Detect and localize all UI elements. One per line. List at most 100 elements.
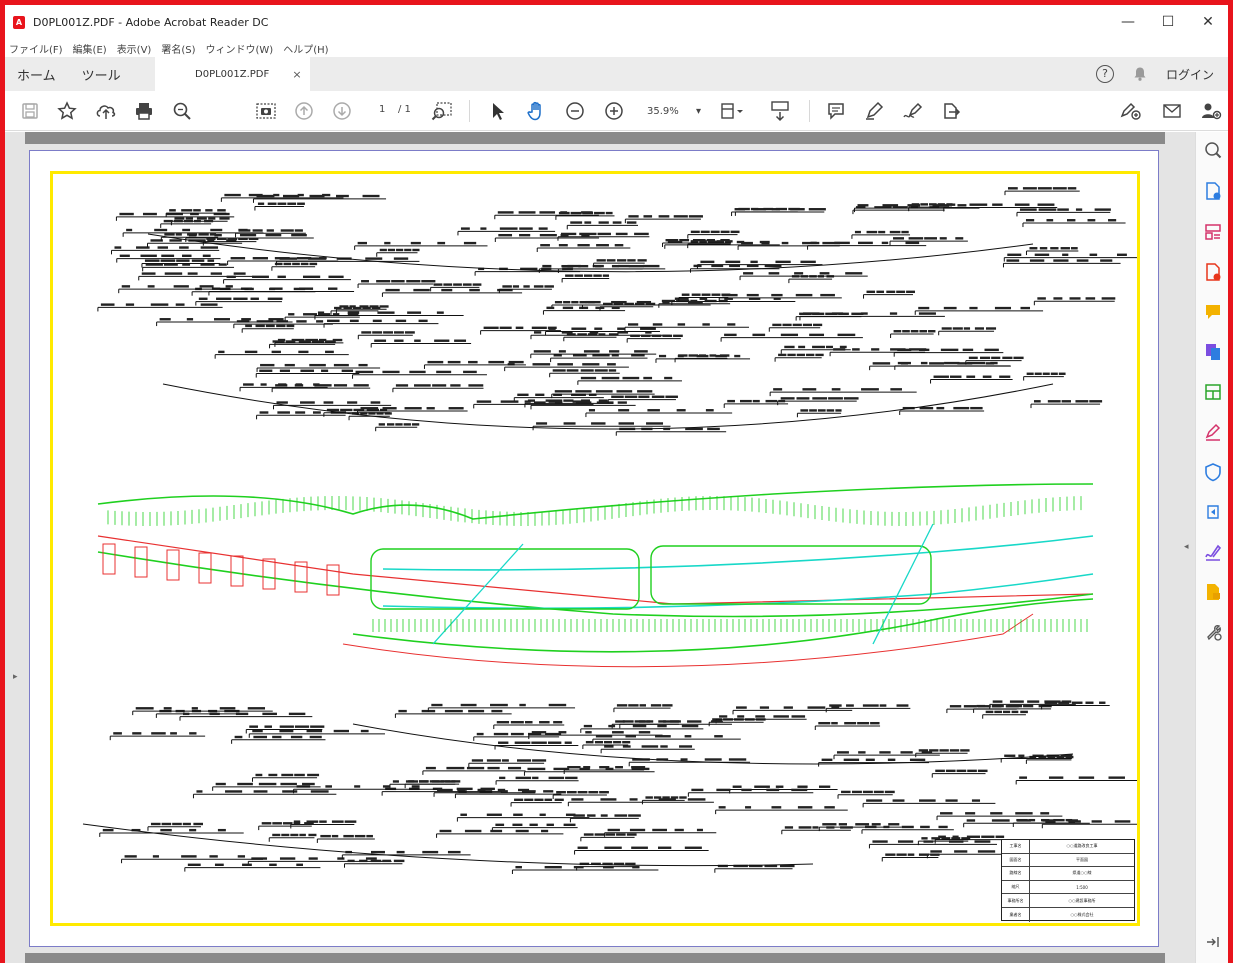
annotation-text-mark: [204, 219, 214, 223]
tab-document[interactable]: D0PL001Z.PDF ×: [154, 57, 310, 91]
add-user-icon[interactable]: [1198, 98, 1224, 124]
page-number-input[interactable]: 1: [379, 104, 385, 115]
annotation-text-mark: [893, 330, 902, 333]
protect-icon[interactable]: [1203, 462, 1223, 482]
annotation-text-mark: [175, 233, 182, 236]
collapse-panel-icon[interactable]: [1203, 932, 1223, 952]
document-viewport[interactable]: ▸ 工事名 ○○道路改良工事 図面名 平面図 路線名 県道○○線 縮尺 1:500 事務…: [5, 132, 1195, 963]
menu-view[interactable]: 表示(V): [113, 41, 158, 56]
maximize-button[interactable]: ☐: [1148, 5, 1188, 39]
toolbar-divider: [469, 100, 470, 122]
print-icon[interactable]: [131, 98, 157, 124]
annotation-text-mark: [696, 828, 703, 832]
annotation-text-mark: [141, 272, 156, 275]
annotation-text-mark: [622, 720, 634, 723]
annotation-text-mark: [440, 780, 451, 783]
annotation-text-mark: [196, 217, 207, 220]
annotation-text-mark: [198, 233, 209, 236]
highlight-pen-icon[interactable]: [861, 98, 887, 124]
annotation-text-mark: [831, 388, 841, 391]
comment-panel-icon[interactable]: [1203, 302, 1223, 322]
prev-page-icon[interactable]: [291, 98, 317, 124]
zoom-out-icon[interactable]: [562, 98, 588, 124]
edit-pdf-icon[interactable]: [1203, 382, 1223, 402]
annotation-text-mark: [1007, 187, 1018, 190]
organize-pages-icon[interactable]: [1203, 222, 1223, 242]
annotation-text-mark: [407, 311, 422, 314]
left-panel-toggle-icon[interactable]: ▸: [13, 672, 18, 682]
tab-home[interactable]: ホーム: [5, 65, 70, 84]
menu-help[interactable]: ヘルプ(H): [279, 41, 334, 56]
annotation-text-mark: [521, 790, 536, 793]
upload-icon[interactable]: [93, 98, 119, 124]
notification-bell-icon[interactable]: [1132, 66, 1148, 82]
create-pdf-icon[interactable]: [1203, 181, 1223, 201]
sign-panel-icon[interactable]: [1203, 542, 1223, 562]
annotation-text-mark: [650, 704, 662, 707]
fit-page-icon[interactable]: [719, 98, 745, 124]
menu-window[interactable]: ウィンドウ(W): [202, 41, 280, 56]
more-tools-icon[interactable]: [1203, 622, 1223, 642]
save-icon[interactable]: [17, 98, 43, 124]
fill-sign-icon[interactable]: [1118, 98, 1144, 124]
annotation-text-mark: [977, 769, 988, 773]
menu-file[interactable]: ファイル(F): [5, 41, 69, 56]
combine-files-icon[interactable]: [1203, 342, 1223, 362]
annotation-text-mark: [142, 212, 157, 216]
next-page-icon[interactable]: [329, 98, 355, 124]
comment-icon[interactable]: [823, 98, 849, 124]
marquee-zoom-icon[interactable]: [429, 98, 455, 124]
annotation-text-mark: [518, 211, 536, 214]
annotation-text-mark: [266, 229, 274, 232]
export-file-icon[interactable]: [1203, 582, 1223, 602]
annotation-text-mark: [949, 375, 962, 378]
annotation-text-mark: [395, 384, 409, 387]
menu-edit[interactable]: 編集(E): [69, 41, 113, 56]
annotation-text-mark: [871, 348, 880, 351]
tab-close-icon[interactable]: ×: [292, 68, 301, 81]
zoom-search-icon[interactable]: [169, 98, 195, 124]
annotation-text-mark: [102, 828, 114, 832]
search-zoom-icon[interactable]: [1203, 140, 1223, 160]
minimize-button[interactable]: —: [1108, 5, 1148, 39]
annotation-text-mark: [370, 859, 382, 863]
annotation-text-mark: [994, 710, 1002, 714]
login-link[interactable]: ログイン: [1166, 66, 1214, 83]
send-for-review-icon[interactable]: [1203, 502, 1223, 522]
snapshot-icon[interactable]: [253, 98, 279, 124]
tab-tools[interactable]: ツール: [70, 65, 135, 84]
share-icon[interactable]: [938, 98, 964, 124]
menu-sign[interactable]: 署名(S): [157, 41, 201, 56]
sign-icon[interactable]: [900, 98, 926, 124]
sidebar-collapse-icon[interactable]: ◂: [1184, 542, 1189, 552]
annotation-text-mark: [752, 399, 760, 403]
zoom-in-icon[interactable]: [601, 98, 627, 124]
annotation-text-mark: [514, 741, 531, 744]
bookmark-star-icon[interactable]: [54, 98, 80, 124]
annotation-text-mark: [238, 237, 248, 241]
annotation-text-mark: [548, 400, 556, 403]
select-cursor-icon[interactable]: [485, 98, 511, 124]
zoom-select[interactable]: 35.9% ▾: [641, 99, 705, 123]
hand-tool-icon[interactable]: [524, 98, 550, 124]
page-display-icon[interactable]: [767, 98, 793, 124]
close-button[interactable]: ✕: [1188, 5, 1228, 39]
fill-sign-panel-icon[interactable]: [1203, 422, 1223, 442]
annotation-text-mark: [594, 740, 604, 744]
export-pdf-icon[interactable]: [1203, 262, 1223, 282]
title-block-value: 県道○○線: [1072, 870, 1092, 876]
title-block-label: 図面名: [1002, 853, 1030, 867]
annotation-text-mark: [1052, 187, 1067, 190]
annotation-text-mark: [802, 312, 820, 315]
annotation-text-mark: [189, 828, 197, 832]
annotation-text-mark: [920, 203, 929, 206]
annotation-text-mark: [160, 259, 176, 262]
annotation-text-mark: [541, 829, 549, 833]
help-icon[interactable]: ?: [1095, 65, 1114, 83]
annotation-text-mark: [1100, 259, 1113, 262]
annotation-text-mark: [225, 285, 233, 288]
annotation-text-mark: [790, 208, 805, 211]
email-icon[interactable]: [1159, 98, 1185, 124]
annotation-text-mark: [413, 288, 430, 292]
annotation-text-mark: [196, 790, 203, 793]
